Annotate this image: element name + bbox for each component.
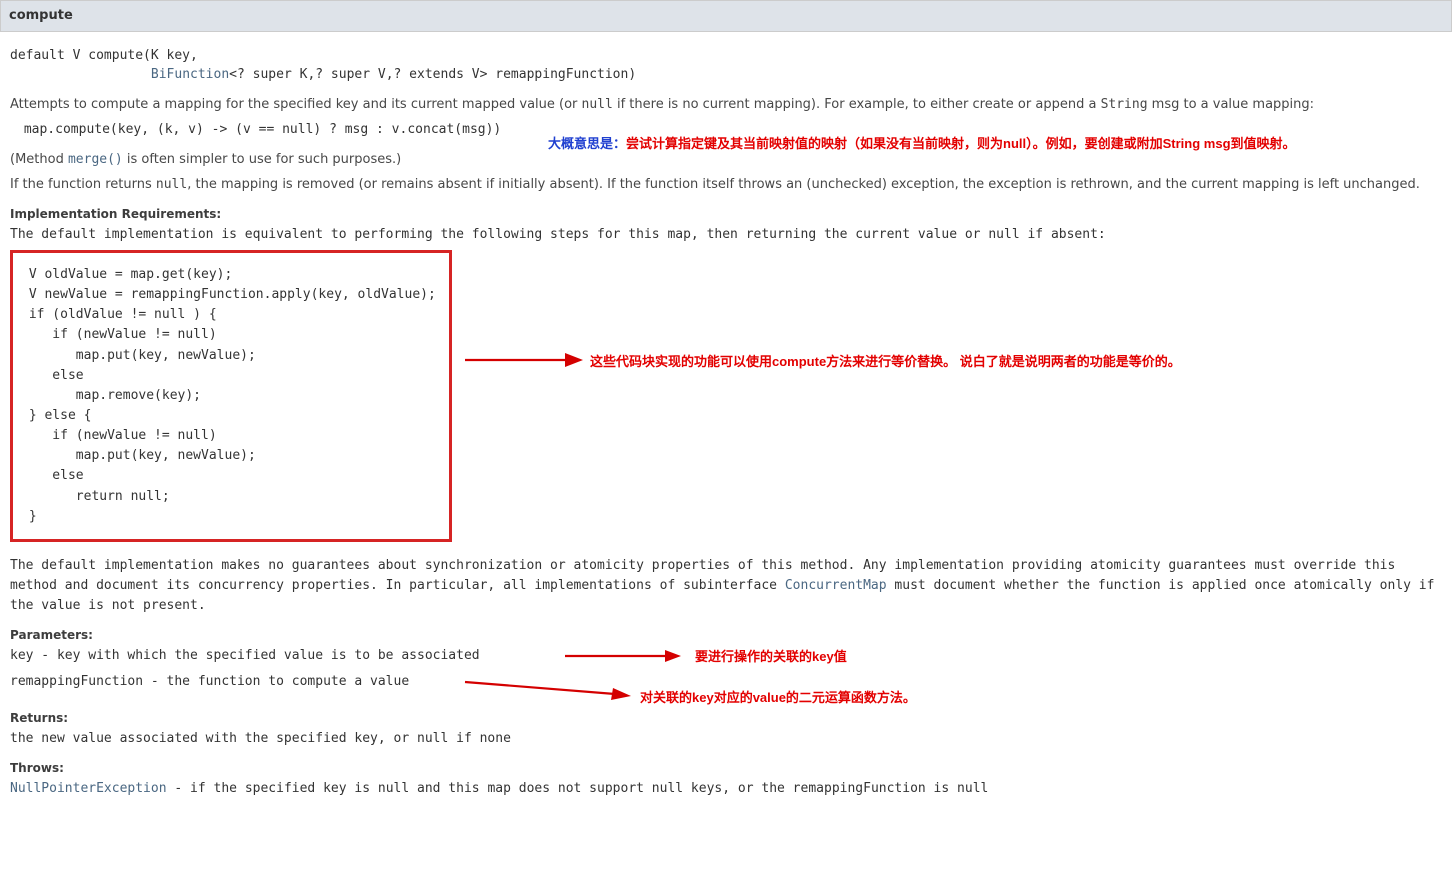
method-name: compute <box>9 8 73 23</box>
returns-text: the new value associated with the specif… <box>10 729 1442 749</box>
method-header: compute <box>0 0 1452 32</box>
string-code: String <box>1101 97 1148 112</box>
npe-link[interactable]: NullPointerException <box>10 781 167 796</box>
param-key-row: key - key with which the specified value… <box>10 646 1442 666</box>
impl-block-wrapper: V oldValue = map.get(key); V newValue = … <box>10 250 1442 542</box>
desc-paragraph-1: Attempts to compute a mapping for the sp… <box>10 95 1442 115</box>
impl-intro: The default implementation is equivalent… <box>10 225 1442 245</box>
annotation-param-remap: 对关联的key对应的value的二元运算函数方法。 <box>640 688 916 708</box>
concurrentmap-link[interactable]: ConcurrentMap <box>785 578 887 593</box>
method-content: default V compute(K key, BiFunction<? su… <box>0 32 1452 813</box>
impl-codeblock: V oldValue = map.get(key); V newValue = … <box>10 250 452 542</box>
arrow-icon <box>465 345 585 375</box>
annotation-param-key: 要进行操作的关联的key值 <box>695 647 847 667</box>
returns-label: Returns: <box>10 709 1442 727</box>
bifunction-link[interactable]: BiFunction <box>151 67 229 82</box>
impl-tail: The default implementation makes no guar… <box>10 556 1442 616</box>
param-remap-row: remappingFunction - the function to comp… <box>10 672 1442 692</box>
desc-paragraph-2: If the function returns null, the mappin… <box>10 175 1442 195</box>
annotation-summary: 大概意思是：尝试计算指定键及其当前映射值的映射（如果没有当前映射，则为null）… <box>548 134 1296 154</box>
method-signature: default V compute(K key, BiFunction<? su… <box>10 46 1442 85</box>
throws-text: NullPointerException - if the specified … <box>10 779 1442 799</box>
parameters-label: Parameters: <box>10 626 1442 644</box>
annotation-codeblock: 这些代码块实现的功能可以使用compute方法来进行等价替换。 说白了就是说明两… <box>590 352 1181 372</box>
impl-req-label: Implementation Requirements: <box>10 205 1442 223</box>
merge-link[interactable]: merge() <box>68 152 123 167</box>
throws-label: Throws: <box>10 759 1442 777</box>
null-code: null <box>582 97 613 112</box>
